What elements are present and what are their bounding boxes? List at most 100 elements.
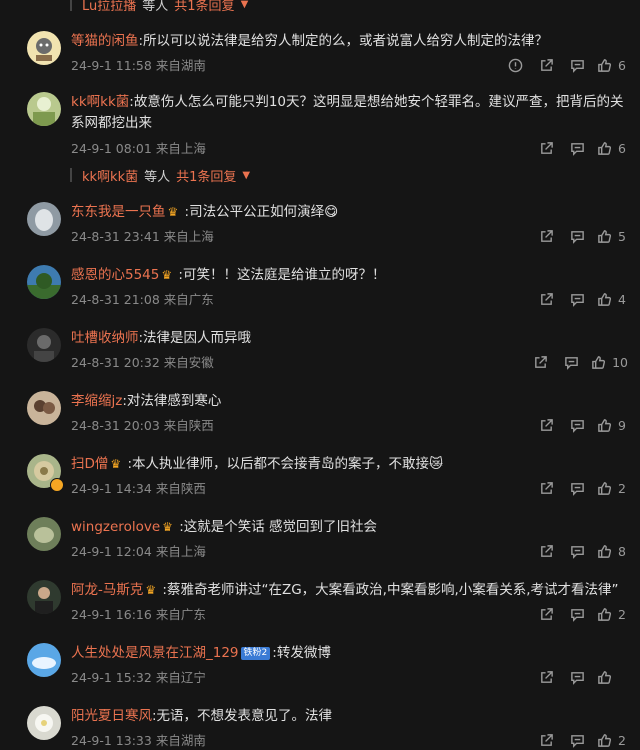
comment-location: 来自辽宁: [155, 670, 206, 685]
like-button[interactable]: 4: [597, 292, 628, 307]
like-count: 8: [618, 543, 626, 559]
share-icon[interactable]: [525, 352, 556, 372]
avatar[interactable]: [27, 517, 61, 551]
comment-actions: 2: [531, 478, 628, 498]
like-button[interactable]: 6: [597, 141, 628, 156]
like-button[interactable]: 2: [597, 607, 628, 622]
avatar[interactable]: [27, 265, 61, 299]
share-icon[interactable]: [531, 604, 562, 624]
comment-body: :故意伤人怎么可能只判10天？这明显是想给她安个轻罪名。建议严查，把背后的关系网…: [71, 94, 624, 131]
comment-time: 24-9-1 13:33: [71, 733, 152, 748]
comment-actions: 8: [531, 541, 628, 561]
comment-username[interactable]: 感恩的心5545: [71, 267, 159, 283]
like-button[interactable]: [597, 670, 628, 685]
reply-count[interactable]: 共1条回复: [174, 0, 234, 14]
avatar[interactable]: [27, 31, 61, 65]
reply-summary[interactable]: Lu拉拉播 等人 共1条回复 ▼: [70, 0, 248, 14]
share-icon[interactable]: [531, 541, 562, 561]
comment-body: :可笑！！这法庭是给谁立的呀？！: [174, 267, 386, 283]
comment-username[interactable]: 人生处处是风景在江湖_129: [71, 645, 239, 661]
avatar[interactable]: [27, 328, 61, 362]
reply-user[interactable]: Lu拉拉播: [82, 0, 136, 14]
like-button[interactable]: 2: [597, 481, 628, 496]
comment-body: :司法公平公正如何演绎: [180, 204, 325, 220]
comment-actions: [531, 667, 628, 687]
reply-summary[interactable]: kk啊kk菌 等人 共1条回复 ▼: [70, 165, 250, 185]
comment-username[interactable]: 东东我是一只鱼: [71, 204, 166, 220]
comment-icon[interactable]: [562, 604, 593, 624]
emoji: 😋: [324, 204, 339, 220]
comment-username[interactable]: 等猫的闲鱼: [71, 33, 139, 49]
comment-icon[interactable]: [562, 226, 593, 246]
share-icon[interactable]: [531, 138, 562, 158]
like-count: 2: [618, 480, 626, 496]
avatar[interactable]: [27, 391, 61, 425]
comment-location: 来自上海: [155, 141, 206, 156]
comment-icon[interactable]: [562, 415, 593, 435]
avatar[interactable]: [27, 643, 61, 677]
share-icon[interactable]: [531, 55, 562, 75]
avatar[interactable]: [27, 202, 61, 236]
like-button[interactable]: 6: [597, 58, 628, 73]
comment-body: :本人执业律师，以后都不会接青岛的案子，不敢接: [123, 456, 430, 472]
comment-username[interactable]: 扫D僧: [71, 456, 108, 472]
share-icon[interactable]: [531, 667, 562, 687]
comment-text: 吐槽收纳师:法律是因人而异哦: [71, 328, 627, 349]
verified-badge: [50, 478, 64, 492]
comment-time: 24-9-1 16:16: [71, 607, 152, 622]
comment-location: 来自上海: [163, 229, 214, 244]
chevron-down-icon[interactable]: ▼: [241, 0, 249, 10]
warning-circle-icon[interactable]: [500, 55, 531, 75]
avatar[interactable]: [27, 92, 61, 126]
share-icon[interactable]: [531, 289, 562, 309]
like-count: 2: [618, 606, 626, 622]
comment-text: 感恩的心5545 ♛ :可笑！！这法庭是给谁立的呀？！: [71, 265, 627, 286]
reply-count[interactable]: 共1条回复: [176, 166, 236, 185]
comment-icon[interactable]: [562, 289, 593, 309]
comment-location: 来自陕西: [155, 481, 206, 496]
like-button[interactable]: 5: [597, 229, 628, 244]
like-count: 2: [618, 732, 626, 748]
chevron-down-icon[interactable]: ▼: [242, 170, 250, 181]
comment-icon[interactable]: [562, 138, 593, 158]
share-icon[interactable]: [531, 226, 562, 246]
like-button[interactable]: 10: [591, 355, 628, 370]
comment-icon[interactable]: [562, 478, 593, 498]
comment-username[interactable]: 李缩缩jz: [71, 393, 122, 409]
comment-meta: 24-9-1 08:01 来自上海: [71, 138, 206, 157]
comment-text: 李缩缩jz:对法律感到寒心: [71, 391, 627, 412]
comment-icon[interactable]: [562, 55, 593, 75]
comment-time: 24-9-1 15:32: [71, 670, 152, 685]
share-icon[interactable]: [531, 730, 562, 750]
thumbs-up-icon: [598, 418, 612, 432]
comment-icon[interactable]: [562, 541, 593, 561]
comment-icon[interactable]: [562, 667, 593, 687]
comment-username[interactable]: 阳光夏日寒风: [71, 708, 152, 724]
thumbs-up-icon: [598, 229, 612, 243]
comment-icon[interactable]: [556, 352, 587, 372]
comment-body: :法律是因人而异哦: [138, 330, 252, 346]
avatar[interactable]: [27, 706, 61, 740]
like-button[interactable]: 9: [597, 418, 628, 433]
comment-actions: 2: [531, 730, 628, 750]
crown-icon: ♛: [110, 457, 122, 471]
like-count: 9: [618, 417, 626, 433]
comment-actions: 5: [531, 226, 628, 246]
comment-username[interactable]: 吐槽收纳师: [71, 330, 139, 346]
comment-username[interactable]: kk啊kk菌: [71, 94, 129, 110]
like-button[interactable]: 8: [597, 544, 628, 559]
reply-user[interactable]: kk啊kk菌: [82, 166, 138, 185]
share-icon[interactable]: [531, 478, 562, 498]
comment-icon[interactable]: [562, 730, 593, 750]
comment-meta: 24-8-31 23:41 来自上海: [71, 226, 214, 245]
comment-username[interactable]: wingzerolove: [71, 519, 160, 535]
like-button[interactable]: 2: [597, 733, 628, 748]
comment-body: :这就是个笑话 感觉回到了旧社会: [174, 519, 378, 535]
comment-username[interactable]: 阿龙-马斯克: [71, 582, 143, 598]
comment-location: 来自湖南: [155, 58, 206, 73]
thumbs-up-icon: [598, 544, 612, 558]
avatar[interactable]: [27, 580, 61, 614]
share-icon[interactable]: [531, 415, 562, 435]
like-count: 4: [618, 291, 626, 307]
comment-location: 来自广东: [155, 607, 206, 622]
